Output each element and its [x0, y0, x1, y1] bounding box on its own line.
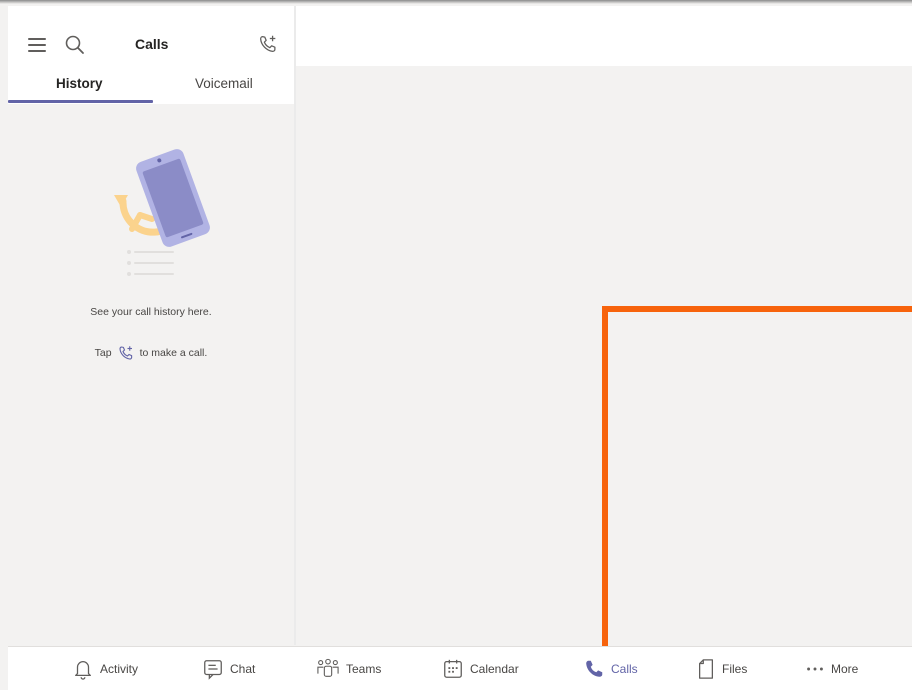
chat-icon	[204, 660, 222, 680]
nav-teams[interactable]: Teams	[316, 657, 381, 681]
phone-icon	[586, 660, 603, 677]
nav-label: Calls	[611, 662, 638, 676]
nav-chat[interactable]: Chat	[202, 657, 255, 681]
search-icon[interactable]	[63, 33, 87, 57]
nav-label: Files	[722, 662, 748, 676]
detail-header	[296, 6, 912, 66]
calls-header: Calls History Voicemail	[8, 6, 294, 104]
nav-calendar[interactable]: Calendar	[442, 657, 519, 681]
nav-files[interactable]: Files	[696, 657, 747, 681]
nav-label: Activity	[100, 662, 139, 676]
call-history-illustration	[114, 149, 210, 276]
tab-history[interactable]: History	[56, 76, 103, 91]
page-title: Calls	[135, 36, 169, 52]
nav-label: Calendar	[470, 662, 519, 676]
file-icon	[699, 659, 713, 679]
calls-left-pane: Calls History Voicemail See your call hi…	[8, 6, 294, 645]
active-tab-indicator	[8, 100, 153, 103]
empty-state-message: See your call history here.	[90, 306, 212, 318]
calendar-icon	[444, 659, 462, 678]
nav-label: Teams	[346, 662, 382, 676]
teams-icon	[317, 658, 339, 677]
hamburger-menu-icon[interactable]	[28, 38, 46, 52]
new-call-icon	[119, 346, 132, 360]
nav-activity[interactable]: Activity	[72, 657, 138, 681]
tab-voicemail[interactable]: Voicemail	[195, 76, 253, 91]
nav-more[interactable]: More	[805, 657, 858, 681]
bottom-navigation-bar: Activity Chat Teams Calendar Calls Files…	[8, 646, 912, 690]
pane-divider	[294, 6, 296, 645]
nav-label: Chat	[230, 662, 256, 676]
ellipsis-icon	[807, 667, 823, 671]
hint-suffix: to make a call.	[139, 347, 208, 359]
nav-calls[interactable]: Calls	[583, 657, 638, 681]
new-call-icon[interactable]	[257, 33, 279, 55]
hint-prefix: Tap	[94, 347, 112, 359]
empty-state-hint: Tap to make a call.	[8, 344, 294, 362]
nav-label: More	[831, 662, 859, 676]
bell-icon	[75, 661, 91, 680]
highlight-annotation-vertical	[602, 306, 608, 654]
highlight-annotation-horizontal	[602, 306, 912, 312]
window-top-shadow	[0, 0, 912, 4]
